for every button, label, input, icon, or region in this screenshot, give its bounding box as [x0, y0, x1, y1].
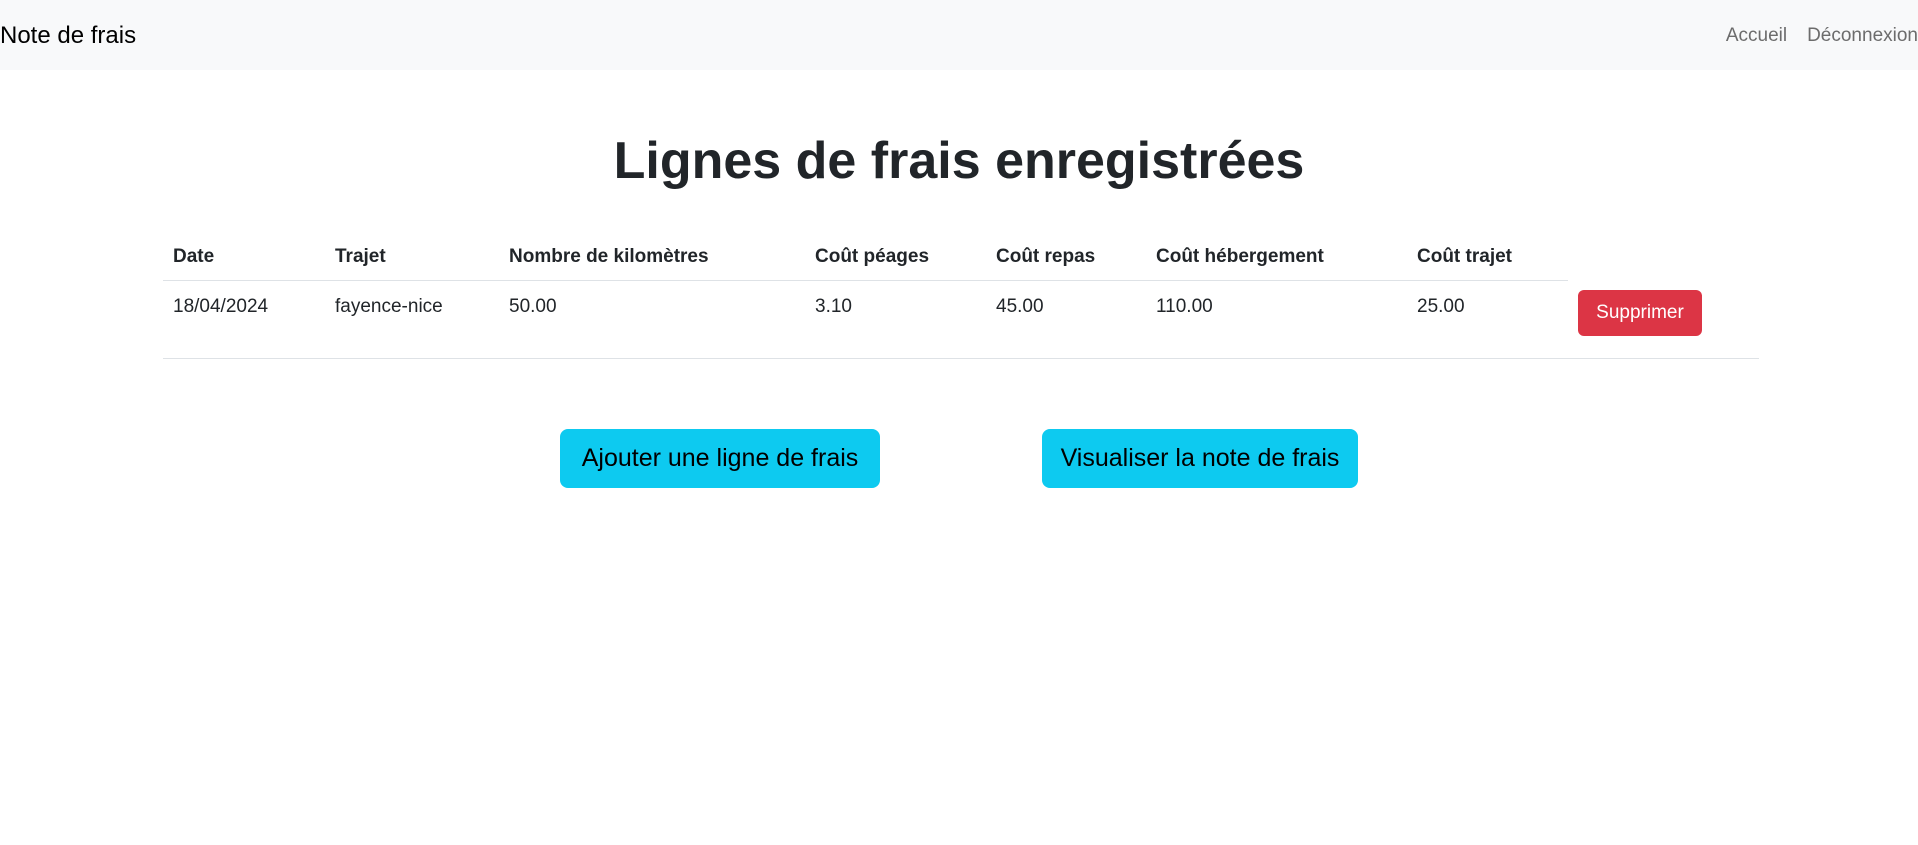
cell-trajet-text: fayence-nice: [335, 296, 443, 317]
cell-hebergement: 110.00: [1146, 280, 1407, 359]
add-expense-line-button[interactable]: Ajouter une ligne de frais: [560, 429, 880, 488]
cell-cout-trajet-text: 25.00: [1417, 296, 1465, 317]
column-header-kilometres: Nombre de kilomètres: [499, 234, 805, 281]
nav-link-deconnexion[interactable]: Déconnexion: [1807, 24, 1918, 48]
table-body: 18/04/2024 fayence-nice 50.00 3.10 45.00…: [163, 280, 1759, 359]
column-header-cout-trajet: Coût trajet: [1407, 234, 1568, 281]
cell-peages-text: 3.10: [815, 296, 852, 317]
cell-date-text: 18/04/2024: [173, 296, 269, 317]
column-header-actions: [1568, 234, 1759, 281]
view-expense-report-button[interactable]: Visualiser la note de frais: [1042, 429, 1358, 488]
column-header-peages: Coût péages: [805, 234, 986, 281]
expense-lines-table: Date Trajet Nombre de kilomètres Coût pé…: [163, 234, 1759, 359]
column-header-repas: Coût repas: [986, 234, 1146, 281]
cell-cout-trajet: 25.00: [1407, 280, 1568, 359]
column-header-date: Date: [163, 234, 325, 281]
table-header-row: Date Trajet Nombre de kilomètres Coût pé…: [163, 234, 1759, 281]
cell-hebergement-text: 110.00: [1156, 296, 1213, 317]
nav-links: Accueil Déconnexion: [1726, 24, 1918, 48]
cell-kilometres-text: 50.00: [509, 296, 557, 317]
cell-date: 18/04/2024: [163, 280, 325, 359]
page-title: Lignes de frais enregistrées: [613, 132, 1305, 190]
column-header-hebergement: Coût hébergement: [1146, 234, 1407, 281]
delete-button[interactable]: Supprimer: [1578, 289, 1702, 336]
nav-link-accueil[interactable]: Accueil: [1726, 24, 1787, 48]
table-header: Date Trajet Nombre de kilomètres Coût pé…: [163, 234, 1759, 281]
table-row: 18/04/2024 fayence-nice 50.00 3.10 45.00…: [163, 280, 1759, 359]
cell-repas: 45.00: [986, 280, 1146, 359]
cell-peages: 3.10: [805, 280, 986, 359]
navbar-brand[interactable]: Note de frais: [0, 21, 136, 51]
cell-actions: Supprimer: [1568, 280, 1759, 359]
cell-trajet: fayence-nice: [325, 280, 499, 359]
cell-repas-text: 45.00: [996, 296, 1044, 317]
column-header-trajet: Trajet: [325, 234, 499, 281]
cell-kilometres: 50.00: [499, 280, 805, 359]
navbar: Note de frais Accueil Déconnexion: [0, 0, 1918, 70]
